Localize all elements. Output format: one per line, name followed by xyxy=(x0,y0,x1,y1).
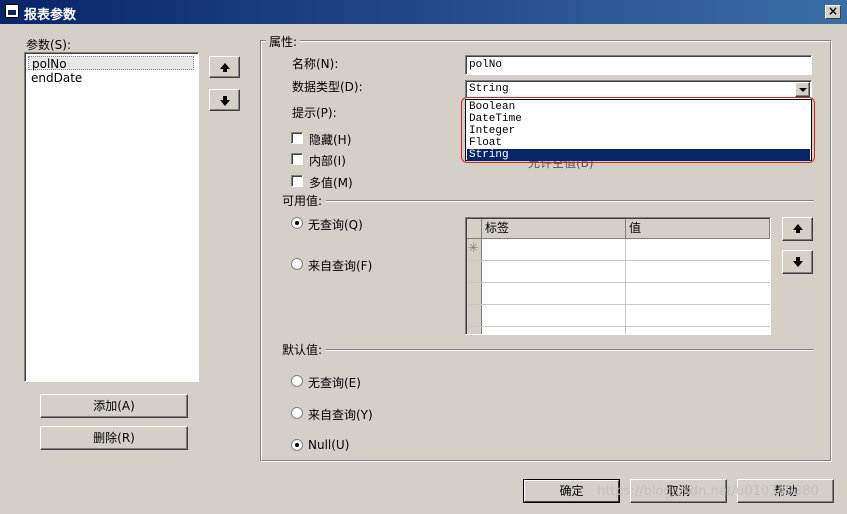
grid-column-divider xyxy=(625,239,626,334)
grid-header-value[interactable]: 值 xyxy=(626,219,770,239)
default-separator xyxy=(282,349,814,351)
grid-new-row[interactable]: ✳ xyxy=(467,239,770,261)
dropdown-arrow-button[interactable] xyxy=(795,82,810,97)
multi-value-checkbox-label: 多值(M) xyxy=(309,176,353,190)
watermark: https://blog.csdn.net/u010349380 xyxy=(597,484,819,499)
grid-move-up-button[interactable] xyxy=(782,217,813,241)
grid-row xyxy=(467,261,770,283)
hidden-checkbox[interactable] xyxy=(291,132,303,144)
ok-button-label: 确定 xyxy=(559,484,584,498)
close-button[interactable]: × xyxy=(825,5,841,19)
available-from-query-radio[interactable] xyxy=(291,258,303,270)
annotation-highlight-box xyxy=(461,97,815,163)
default-from-query-radio[interactable] xyxy=(291,407,303,419)
grid-row xyxy=(467,283,770,305)
default-no-query-label: 无查询(E) xyxy=(308,376,361,390)
default-from-query-label: 来自查询(Y) xyxy=(308,408,373,422)
delete-button[interactable]: 删除(R) xyxy=(40,426,188,450)
name-label: 名称(N): xyxy=(292,57,339,71)
multi-value-checkbox[interactable] xyxy=(291,175,303,187)
arrow-up-icon xyxy=(220,63,230,72)
window-title: 报表参数 xyxy=(24,8,77,23)
available-no-query-label: 无查询(Q) xyxy=(308,218,363,232)
arrow-down-icon xyxy=(220,96,230,106)
internal-checkbox-label: 内部(I) xyxy=(309,154,346,168)
name-field[interactable]: polNo xyxy=(465,55,812,75)
prompt-label: 提示(P): xyxy=(292,106,337,120)
default-null-radio[interactable] xyxy=(291,439,303,451)
internal-checkbox[interactable] xyxy=(291,153,303,165)
available-separator xyxy=(282,200,814,202)
attributes-group-label: 属性: xyxy=(266,33,301,50)
move-down-button[interactable] xyxy=(209,89,240,111)
type-label: 数据类型(D): xyxy=(292,80,363,94)
grid-corner xyxy=(467,219,482,239)
arrow-down-icon xyxy=(793,257,803,267)
new-row-icon: ✳ xyxy=(468,241,479,256)
chevron-down-icon xyxy=(799,88,807,92)
title-bar xyxy=(0,0,847,24)
grid-move-down-button[interactable] xyxy=(782,250,813,274)
app-icon xyxy=(5,4,19,18)
type-select-value: String xyxy=(469,83,509,95)
move-up-button[interactable] xyxy=(209,56,240,78)
add-button[interactable]: 添加(A) xyxy=(40,394,188,418)
default-values-label: 默认值: xyxy=(282,341,327,358)
available-from-query-label: 来自查询(F) xyxy=(308,259,373,273)
hidden-checkbox-label: 隐藏(H) xyxy=(309,133,352,147)
grid-header-label[interactable]: 标签 xyxy=(482,219,626,239)
arrow-up-icon xyxy=(793,224,803,233)
default-no-query-radio[interactable] xyxy=(291,375,303,387)
available-values-grid[interactable]: 标签 值 ✳ xyxy=(465,217,771,335)
grid-row xyxy=(467,305,770,327)
param-item-enddate[interactable]: endDate xyxy=(28,71,194,85)
default-null-label: Null(U) xyxy=(308,438,350,452)
params-list[interactable]: polNo endDate xyxy=(24,52,199,382)
param-item-polno[interactable]: polNo xyxy=(28,56,194,71)
available-values-label: 可用值: xyxy=(282,192,327,209)
available-no-query-radio[interactable] xyxy=(291,217,303,229)
params-label: 参数(S): xyxy=(26,38,72,52)
